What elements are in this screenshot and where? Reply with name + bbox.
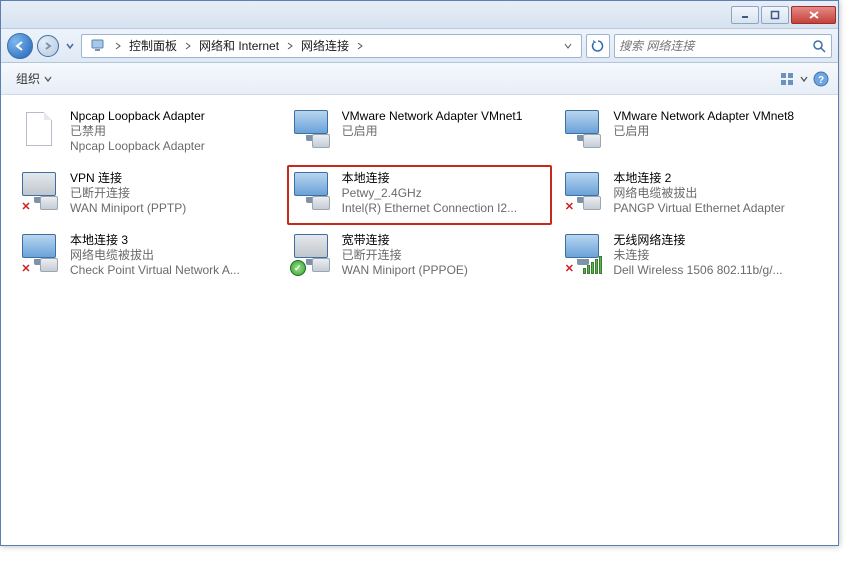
- network-adapter-icon: ✕: [561, 170, 605, 214]
- connection-item-vmnet8[interactable]: VMware Network Adapter VMnet8已启用: [558, 103, 824, 163]
- computer-icon: [91, 38, 107, 54]
- connection-status: Petwy_2.4GHz: [342, 186, 550, 201]
- chevron-down-icon[interactable]: [800, 75, 808, 83]
- network-adapter-icon: [561, 108, 605, 152]
- breadcrumb-control-panel[interactable]: 控制面板: [124, 35, 182, 57]
- search-icon[interactable]: [811, 39, 827, 53]
- close-button[interactable]: [791, 6, 836, 24]
- connection-device: Npcap Loopback Adapter: [70, 139, 278, 154]
- organize-button[interactable]: 组织: [7, 65, 61, 92]
- breadcrumb-network-internet[interactable]: 网络和 Internet: [194, 35, 284, 57]
- connections-grid: Npcap Loopback Adapter已禁用Npcap Loopback …: [1, 95, 838, 545]
- connection-device: WAN Miniport (PPPOE): [342, 263, 550, 278]
- connection-device: Dell Wireless 1506 802.11b/g/...: [613, 263, 821, 278]
- connection-item-vmnet1[interactable]: VMware Network Adapter VMnet1已启用: [287, 103, 553, 163]
- refresh-button[interactable]: [586, 34, 610, 58]
- titlebar: [1, 1, 838, 29]
- connection-item-local3[interactable]: ✕ 本地连接 3网络电缆被拔出Check Point Virtual Networ…: [15, 227, 281, 287]
- network-adapter-icon: [290, 108, 334, 152]
- error-badge-icon: ✕: [18, 198, 34, 214]
- help-button[interactable]: ?: [810, 68, 832, 90]
- ok-badge-icon: [290, 260, 306, 276]
- connection-title: 无线网络连接: [613, 233, 821, 248]
- connection-item-vpn[interactable]: ✕ VPN 连接已断开连接WAN Miniport (PPTP): [15, 165, 281, 225]
- connection-device: WAN Miniport (PPTP): [70, 201, 278, 216]
- connection-device: Check Point Virtual Network A...: [70, 263, 278, 278]
- chevron-right-icon[interactable]: [284, 35, 296, 57]
- explorer-window: 控制面板 网络和 Internet 网络连接 组织: [0, 0, 839, 546]
- breadcrumb-network-connections[interactable]: 网络连接: [296, 35, 354, 57]
- search-box[interactable]: [614, 34, 832, 58]
- breadcrumb-label: 控制面板: [129, 37, 177, 54]
- connection-title: 本地连接: [342, 171, 550, 186]
- breadcrumb-label: 网络连接: [301, 37, 349, 54]
- address-bar[interactable]: 控制面板 网络和 Internet 网络连接: [81, 34, 582, 58]
- connection-item-broadband[interactable]: 宽带连接已断开连接WAN Miniport (PPPOE): [287, 227, 553, 287]
- signal-bars-icon: [583, 256, 602, 274]
- navigation-bar: 控制面板 网络和 Internet 网络连接: [1, 29, 838, 63]
- network-adapter-icon: ✕: [18, 232, 62, 276]
- connection-title: VMware Network Adapter VMnet8: [613, 109, 821, 124]
- connection-title: 宽带连接: [342, 233, 550, 248]
- network-adapter-icon: ✕: [561, 232, 605, 276]
- error-badge-icon: ✕: [561, 260, 577, 276]
- organize-label: 组织: [16, 70, 40, 87]
- error-badge-icon: ✕: [18, 260, 34, 276]
- forward-button[interactable]: [37, 35, 59, 57]
- connection-item-local[interactable]: 本地连接Petwy_2.4GHzIntel(R) Ethernet Connec…: [287, 165, 553, 225]
- connection-title: Npcap Loopback Adapter: [70, 109, 278, 124]
- connection-status: 网络电缆被拔出: [613, 186, 821, 201]
- connection-title: 本地连接 2: [613, 171, 821, 186]
- connection-item-wireless[interactable]: ✕ 无线网络连接未连接Dell Wireless 1506 802.11b/g/.…: [558, 227, 824, 287]
- command-bar: 组织 ?: [1, 63, 838, 95]
- breadcrumb-root[interactable]: [86, 35, 112, 57]
- connection-status: 已启用: [342, 124, 550, 139]
- search-input[interactable]: [619, 39, 811, 53]
- connection-device: Intel(R) Ethernet Connection I2...: [342, 201, 550, 216]
- breadcrumb-label: 网络和 Internet: [199, 37, 279, 54]
- connection-status: 已禁用: [70, 124, 278, 139]
- chevron-right-icon[interactable]: [112, 35, 124, 57]
- connection-status: 已断开连接: [342, 248, 550, 263]
- chevron-down-icon: [44, 75, 52, 83]
- network-adapter-icon: [290, 232, 334, 276]
- back-button[interactable]: [7, 33, 33, 59]
- connection-status: 未连接: [613, 248, 821, 263]
- connection-status: 网络电缆被拔出: [70, 248, 278, 263]
- svg-text:?: ?: [818, 75, 824, 86]
- chevron-right-icon[interactable]: [182, 35, 194, 57]
- connection-item-local2[interactable]: ✕ 本地连接 2网络电缆被拔出PANGP Virtual Ethernet Ada…: [558, 165, 824, 225]
- network-adapter-icon: ✕: [18, 170, 62, 214]
- maximize-button[interactable]: [761, 6, 789, 24]
- connection-title: 本地连接 3: [70, 233, 278, 248]
- connection-status: 已启用: [613, 124, 821, 139]
- connection-title: VMware Network Adapter VMnet1: [342, 109, 550, 124]
- chevron-right-icon[interactable]: [354, 35, 366, 57]
- connection-status: 已断开连接: [70, 186, 278, 201]
- error-badge-icon: ✕: [561, 198, 577, 214]
- history-dropdown[interactable]: [63, 33, 77, 59]
- connection-item-npcap[interactable]: Npcap Loopback Adapter已禁用Npcap Loopback …: [15, 103, 281, 163]
- connection-title: VPN 连接: [70, 171, 278, 186]
- network-adapter-icon: [290, 170, 334, 214]
- connection-device: PANGP Virtual Ethernet Adapter: [613, 201, 821, 216]
- network-adapter-icon: [18, 108, 62, 152]
- view-button[interactable]: [776, 68, 798, 90]
- minimize-button[interactable]: [731, 6, 759, 24]
- address-dropdown[interactable]: [559, 42, 577, 50]
